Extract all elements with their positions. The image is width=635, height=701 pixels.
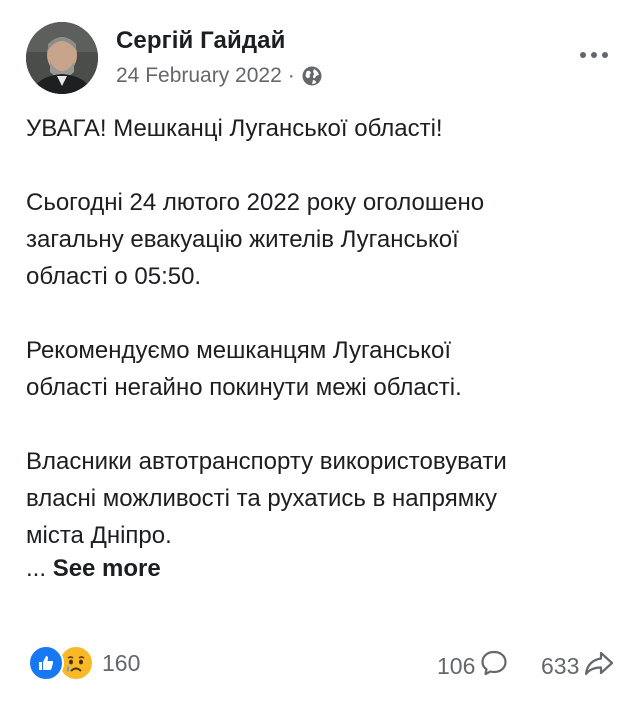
facebook-post: Сергій Гайдай 24 February 2022 · УВАГА! …: [0, 0, 635, 701]
post-paragraph: Власники автотранспорту використовувати …: [26, 448, 507, 549]
post-footer: 160 106 633: [0, 640, 635, 688]
post-meta: 24 February 2022 ·: [116, 64, 323, 88]
post-date[interactable]: 24 February 2022: [116, 64, 282, 88]
like-icon: [28, 645, 64, 681]
reactions-summary[interactable]: 160: [28, 645, 140, 681]
more-options-icon[interactable]: [570, 40, 618, 70]
globe-icon[interactable]: [301, 65, 323, 87]
see-more-link[interactable]: See more: [53, 555, 161, 582]
profile-photo-icon[interactable]: [26, 22, 98, 94]
post-paragraph: УВАГА! Мешканці Луганської області!: [26, 115, 443, 142]
post-text: УВАГА! Мешканці Луганської області! Сьог…: [26, 110, 626, 591]
ellipsis: ...: [26, 555, 47, 582]
comment-icon: [479, 648, 509, 684]
share-count: 633: [541, 652, 580, 679]
share-icon: [583, 648, 615, 684]
see-more-row: ... See more: [26, 550, 161, 587]
comments-summary[interactable]: 106: [437, 648, 509, 684]
author-name[interactable]: Сергій Гайдай: [116, 27, 285, 55]
meta-separator: ·: [287, 64, 295, 87]
comment-count: 106: [437, 652, 476, 679]
post-paragraph: Сьогодні 24 лютого 2022 року оголошено з…: [26, 189, 485, 290]
shares-summary[interactable]: 633: [541, 648, 615, 684]
post-paragraph: Рекомендуємо мешканцям Луганської област…: [26, 337, 462, 401]
reaction-count: 160: [102, 649, 141, 676]
